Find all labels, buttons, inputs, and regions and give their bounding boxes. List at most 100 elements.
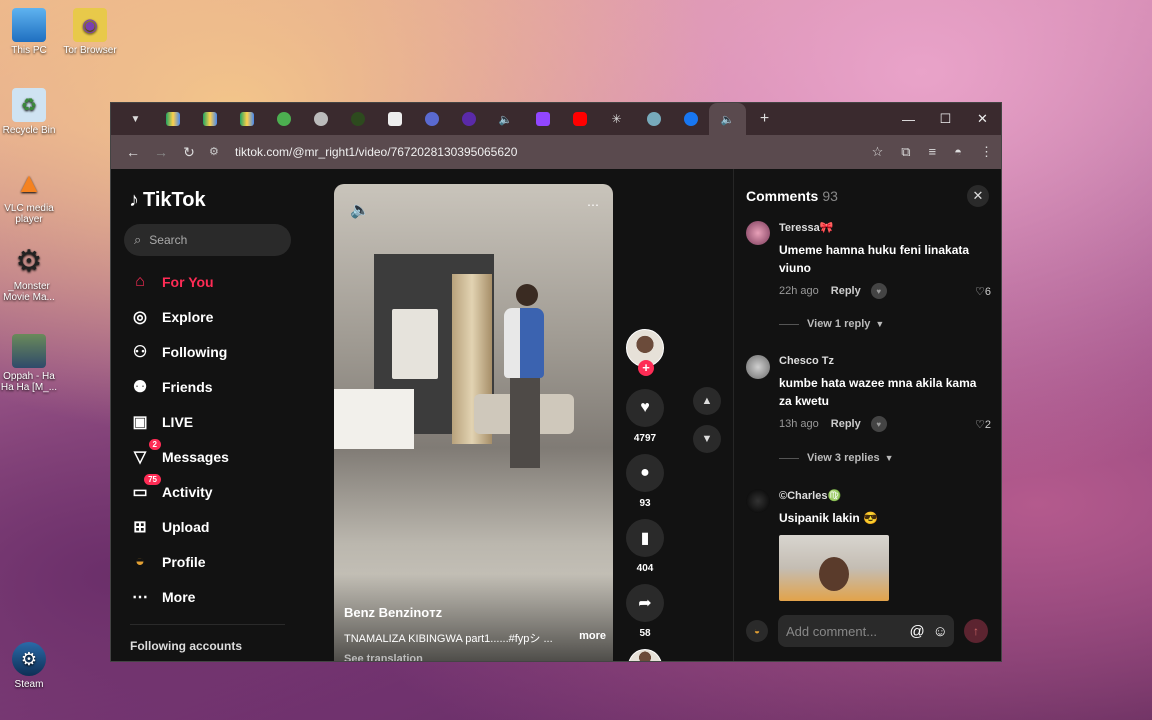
tab-tiktok-active[interactable]: 🔈 — [709, 103, 746, 135]
comment-image[interactable] — [779, 535, 889, 601]
next-creator-avatar[interactable] — [628, 649, 662, 661]
sidebar-item-upload[interactable]: ⊞ Upload — [129, 514, 209, 540]
sidebar-item-explore[interactable]: ◎ Explore — [129, 304, 213, 330]
sidebar-item-messages[interactable]: ▽ 2 Messages — [129, 439, 229, 470]
tab-search[interactable] — [635, 103, 672, 135]
tab-loading[interactable]: ✳ — [598, 103, 635, 135]
desktop-icon-tor-browser[interactable]: ◉ Tor Browser — [57, 8, 123, 56]
sidebar-item-profile[interactable]: ◒ Profile — [129, 549, 205, 575]
site-icon — [461, 112, 476, 126]
video-author[interactable]: Benz Benzinoᴛz — [344, 605, 442, 620]
share-arrow-icon: ➦ — [638, 595, 652, 612]
monitor-icon — [12, 8, 46, 42]
tab-list-button[interactable]: ▼ — [117, 103, 154, 135]
comment-like-button[interactable]: ♡2 — [975, 418, 991, 431]
desktop-icon-oppah[interactable]: Oppah - Ha Ha Ha [M_... — [0, 334, 62, 393]
tab-person[interactable] — [413, 103, 450, 135]
emoji-icon[interactable]: ☺ — [933, 623, 948, 640]
volume-icon[interactable]: 🔈 — [350, 200, 370, 220]
video-options-icon[interactable]: ⋯ — [587, 198, 599, 212]
site-info-icon[interactable]: ⚙ — [209, 145, 225, 159]
maximize-button[interactable]: ☐ — [927, 103, 964, 135]
youtube-icon — [572, 112, 587, 126]
sidebar-item-more[interactable]: ⋯ More — [129, 584, 195, 610]
comment-button[interactable]: ● — [626, 454, 664, 492]
see-translation-link[interactable]: See translation — [344, 653, 423, 661]
bookmark-star-icon[interactable]: ☆ — [872, 144, 884, 160]
save-button[interactable]: ▮ — [626, 519, 664, 557]
send-comment-button[interactable]: ↑ — [964, 619, 988, 643]
comment-username[interactable]: Teressa🎀 — [779, 221, 991, 234]
tab-facebook[interactable] — [672, 103, 709, 135]
reply-button[interactable]: Reply — [831, 285, 861, 297]
upload-icon: ⊞ — [133, 519, 147, 536]
sidebar-item-live[interactable]: ▣ LIVE — [129, 409, 193, 435]
caption-more-link[interactable]: more — [579, 630, 606, 646]
share-button[interactable]: ➦ — [626, 584, 664, 622]
tab-drive-3[interactable] — [228, 103, 265, 135]
profile-avatar-icon[interactable]: ◓ — [954, 144, 962, 160]
follow-plus-icon[interactable]: + — [638, 360, 654, 376]
minimize-button[interactable]: — — [890, 103, 927, 135]
desktop-icon-recycle-bin[interactable]: ♻ Recycle Bin — [0, 88, 62, 136]
spinner-icon: ✳ — [611, 112, 622, 126]
tab-globe[interactable] — [302, 103, 339, 135]
back-arrow-icon[interactable]: ← — [119, 144, 147, 160]
tab-doc[interactable] — [376, 103, 413, 135]
sidebar-item-for-you[interactable]: ⌂ For You — [129, 269, 213, 295]
bookmark-icon: ▮ — [640, 530, 650, 547]
view-replies-button[interactable]: View 1 reply ▼ — [779, 318, 884, 330]
avatar[interactable] — [746, 221, 770, 245]
tiktok-logo[interactable]: ♪ TikTok — [129, 189, 206, 212]
sidebar-item-friends[interactable]: ⚉ Friends — [129, 374, 213, 400]
new-tab-button[interactable]: + — [746, 103, 783, 135]
sidebar-item-following[interactable]: ⚇ Following — [129, 339, 228, 365]
previous-video-button[interactable]: ▲ — [693, 387, 721, 415]
recycle-bin-icon: ♻ — [12, 88, 46, 122]
address-bar[interactable]: ⚙ tiktok.com/@mr_right1/video/7672028130… — [209, 145, 872, 159]
close-comments-button[interactable]: ✕ — [967, 185, 989, 207]
tab-youtube[interactable] — [561, 103, 598, 135]
tab-drive-2[interactable] — [191, 103, 228, 135]
tab-twitch[interactable] — [524, 103, 561, 135]
tab-audio[interactable]: 🔈 — [487, 103, 524, 135]
sidebar-item-activity[interactable]: ▭ 75 Activity — [129, 474, 213, 505]
speaker-icon: 🔈 — [498, 113, 513, 126]
avatar[interactable] — [746, 489, 770, 513]
comment-like-button[interactable]: ♡6 — [975, 285, 991, 298]
desktop-icon-this-pc[interactable]: This PC — [0, 8, 62, 56]
search-input[interactable]: ⌕ Search — [124, 224, 291, 256]
tiktok-note-icon: ♪ — [129, 189, 139, 211]
desktop-icon-monster[interactable]: ⚙ _Monster Movie Ma... — [0, 244, 62, 304]
forward-arrow-icon[interactable]: → — [147, 144, 175, 160]
avatar[interactable] — [746, 355, 770, 379]
extensions-icon[interactable]: ⧉ — [901, 144, 910, 160]
like-button[interactable]: ♥ — [626, 389, 664, 427]
view-replies-button[interactable]: View 3 replies ▼ — [779, 452, 894, 464]
video-frame-cabinet — [334, 389, 414, 449]
next-video-button[interactable]: ▼ — [693, 425, 721, 453]
reply-button[interactable]: Reply — [831, 418, 861, 430]
comment-username[interactable]: Chesco Tz — [779, 355, 991, 367]
close-window-button[interactable]: ✕ — [964, 103, 1001, 135]
media-control-icon[interactable]: ≡ — [929, 144, 937, 160]
save-count: 404 — [636, 563, 654, 574]
creator-avatar[interactable]: + — [626, 329, 664, 376]
tab-purple[interactable] — [450, 103, 487, 135]
chevron-down-icon: ▼ — [875, 319, 885, 329]
comment-username[interactable]: ©Charles♍ — [779, 489, 991, 502]
menu-kebab-icon[interactable]: ⋮ — [980, 144, 993, 160]
tab-utorrent[interactable] — [265, 103, 302, 135]
mention-icon[interactable]: @ — [909, 623, 924, 640]
chevron-down-icon: ▼ — [701, 433, 713, 445]
desktop-icon-label: Tor Browser — [63, 45, 117, 56]
desktop-icon-vlc[interactable]: ▲ VLC media player — [0, 166, 62, 225]
comment-like-count: 6 — [984, 285, 991, 298]
tab-green-site[interactable] — [339, 103, 376, 135]
activity-badge: 75 — [144, 474, 161, 485]
video-player[interactable]: 🔈 ⋯ Benz Benzinoᴛz TNAMALIZA KIBINGWA pa… — [334, 184, 613, 661]
add-comment-input[interactable]: Add comment... @ ☺ — [778, 615, 954, 647]
tab-drive-1[interactable] — [154, 103, 191, 135]
reload-icon[interactable]: ↻ — [175, 144, 203, 161]
desktop-icon-steam[interactable]: ⚙ Steam — [0, 642, 62, 690]
